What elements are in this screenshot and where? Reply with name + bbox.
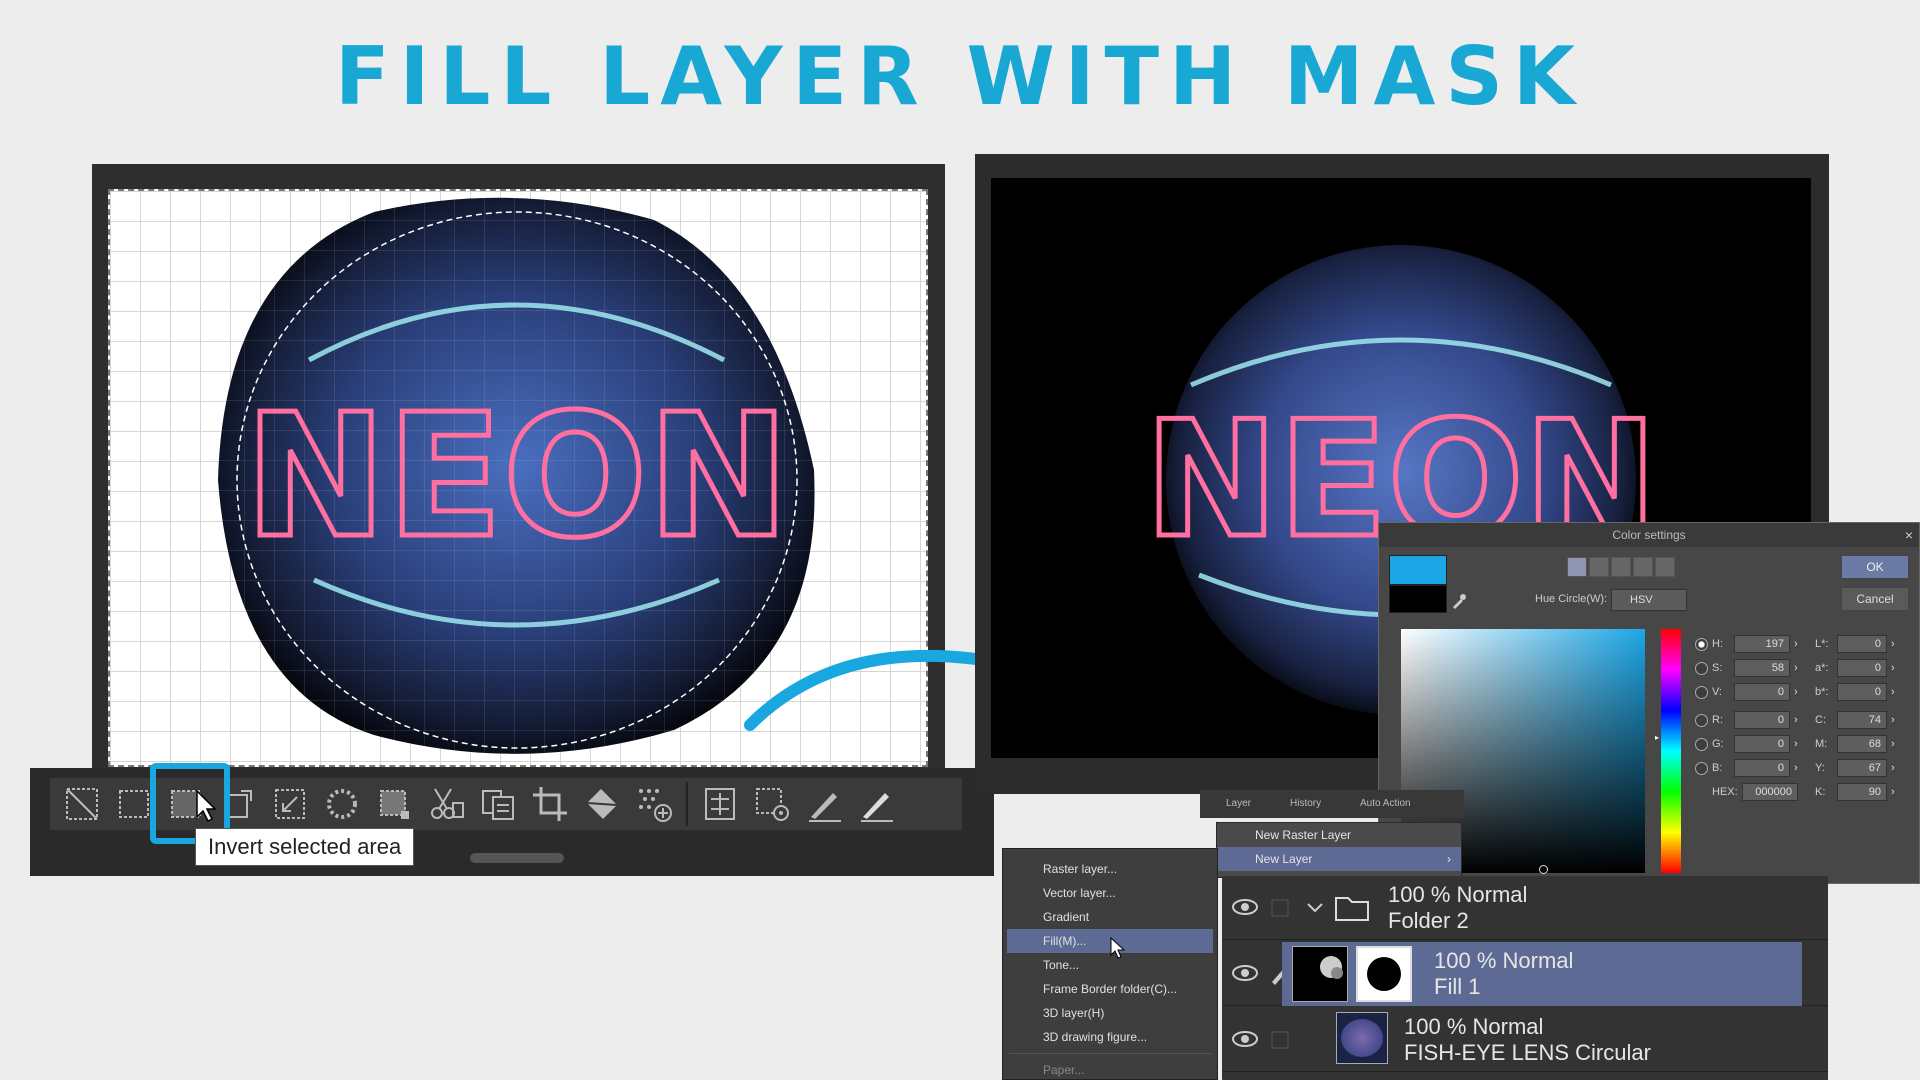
menu-new-layer[interactable]: New Layer › xyxy=(1217,847,1461,871)
settings-icon[interactable] xyxy=(746,781,798,827)
mode-circle-icon[interactable] xyxy=(1611,557,1631,577)
submenu-paper[interactable]: Paper... xyxy=(1003,1058,1217,1080)
selection-launcher-icon[interactable] xyxy=(694,781,746,827)
radio-v[interactable] xyxy=(1695,685,1708,699)
mask-thumbnail[interactable] xyxy=(1356,946,1412,1002)
layer-context-menu: New Raster Layer New Layer › xyxy=(1216,822,1462,878)
fill-icon[interactable] xyxy=(576,781,628,827)
deselect-icon[interactable] xyxy=(56,781,108,827)
main-color-swatch[interactable] xyxy=(1389,555,1447,585)
radio-s[interactable] xyxy=(1695,661,1708,675)
mouse-cursor-icon xyxy=(1110,937,1126,959)
neon-text-left: NEON xyxy=(244,378,789,576)
field-g[interactable]: G: 0 › xyxy=(1695,733,1798,755)
menu-new-raster-layer[interactable]: New Raster Layer xyxy=(1217,823,1461,847)
field-r[interactable]: R: 0 › xyxy=(1695,709,1798,731)
hue-slider[interactable] xyxy=(1661,629,1681,873)
field-b[interactable]: B: 0 › xyxy=(1695,757,1798,779)
submenu-3d-drawing-figure[interactable]: 3D drawing figure... xyxy=(1003,1025,1217,1049)
neon-artwork-left: NEON xyxy=(218,197,815,754)
field-s[interactable]: S: 58 › xyxy=(1695,657,1798,679)
tab-auto-action[interactable]: Auto Action xyxy=(1360,798,1411,809)
submenu-gradient[interactable]: Gradient xyxy=(1003,905,1217,929)
layer-panel-tabs: Layer History Auto Action xyxy=(1200,790,1464,818)
field-hex[interactable]: HEX: 000000 xyxy=(1695,781,1798,803)
ok-button[interactable]: OK xyxy=(1841,555,1909,579)
radio-r[interactable] xyxy=(1695,713,1708,727)
pen2-icon[interactable] xyxy=(850,781,902,827)
chevron-down-icon[interactable] xyxy=(1304,896,1326,918)
copy-paste-icon[interactable] xyxy=(472,781,524,827)
field-a[interactable]: a*: 0 › xyxy=(1815,657,1895,679)
chevron-right-icon: › xyxy=(1447,852,1451,866)
folder-icon xyxy=(1335,897,1369,921)
mode-circle-square-icon[interactable] xyxy=(1589,557,1609,577)
layer-checkbox[interactable] xyxy=(1268,894,1292,920)
hue-slider-marker[interactable]: ▸ xyxy=(1655,733,1659,742)
shrink-selection-icon[interactable] xyxy=(264,781,316,827)
field-h[interactable]: H: 197 › xyxy=(1695,633,1798,655)
selection-border-icon[interactable] xyxy=(316,781,368,827)
submenu-vector-layer[interactable]: Vector layer... xyxy=(1003,881,1217,905)
cut-paste-icon[interactable] xyxy=(420,781,472,827)
close-icon[interactable]: × xyxy=(1905,523,1913,547)
mode-square-icon[interactable] xyxy=(1567,557,1587,577)
field-k[interactable]: K: 90 › xyxy=(1815,781,1895,803)
submenu-3d-layer[interactable]: 3D layer(H) xyxy=(1003,1001,1217,1025)
select-rect-icon[interactable] xyxy=(368,781,420,827)
pen-icon[interactable] xyxy=(798,781,850,827)
dialog-title-bar[interactable]: Color settings × xyxy=(1379,523,1919,547)
hue-circle-select[interactable]: HSV xyxy=(1611,589,1687,611)
tab-layer[interactable]: Layer xyxy=(1226,798,1251,809)
radio-b[interactable] xyxy=(1695,761,1708,775)
field-m[interactable]: M: 68 › xyxy=(1815,733,1895,755)
toolbar-scroll-handle[interactable] xyxy=(470,853,564,863)
fill-thumbnail xyxy=(1292,946,1348,1002)
field-l[interactable]: L*: 0 › xyxy=(1815,633,1895,655)
eye-icon[interactable] xyxy=(1230,1026,1260,1052)
radio-h[interactable] xyxy=(1695,637,1708,651)
toolbar-separator xyxy=(686,782,688,826)
dots-icon[interactable] xyxy=(628,781,680,827)
crop-icon[interactable] xyxy=(524,781,576,827)
eye-icon[interactable] xyxy=(1230,894,1260,920)
picker-cursor[interactable] xyxy=(1539,865,1548,874)
color-mode-buttons xyxy=(1567,557,1675,577)
layer-row-folder-2[interactable]: 100 % Normal Folder 2 xyxy=(1222,876,1828,940)
hue-circle-label: Hue Circle(W): xyxy=(1535,593,1608,605)
field-y[interactable]: Y: 67 › xyxy=(1815,757,1895,779)
cancel-button[interactable]: Cancel xyxy=(1841,587,1909,611)
new-layer-submenu: Raster layer... Vector layer... Gradient… xyxy=(1002,848,1218,1080)
eyedropper-icon[interactable] xyxy=(1451,593,1467,609)
field-bstar[interactable]: b*: 0 › xyxy=(1815,681,1895,703)
menu-separator xyxy=(1009,1053,1211,1054)
submenu-frame-border-folder[interactable]: Frame Border folder(C)... xyxy=(1003,977,1217,1001)
mode-bar-icon[interactable] xyxy=(1633,557,1653,577)
layer-checkbox[interactable] xyxy=(1268,1026,1292,1052)
fisheye-thumbnail xyxy=(1336,1012,1388,1064)
layer-list: 100 % Normal Folder 2 100 % Normal Fill … xyxy=(1222,876,1828,1080)
eye-icon[interactable] xyxy=(1230,960,1260,986)
page-title: FILL LAYER WITH MASK xyxy=(335,30,1585,123)
mode-list-icon[interactable] xyxy=(1655,557,1675,577)
layer-row-fill-1[interactable]: 100 % Normal Fill 1 xyxy=(1222,942,1828,1006)
mouse-cursor-icon xyxy=(196,789,217,823)
field-c[interactable]: C: 74 › xyxy=(1815,709,1895,731)
tab-history[interactable]: History xyxy=(1290,798,1321,809)
tooltip: Invert selected area xyxy=(195,828,415,866)
radio-g[interactable] xyxy=(1695,737,1708,751)
sub-color-swatch[interactable] xyxy=(1389,585,1447,613)
layer-row-fish-eye[interactable]: 100 % Normal FISH-EYE LENS Circular xyxy=(1222,1008,1828,1072)
dialog-title: Color settings xyxy=(1612,528,1686,542)
submenu-raster-layer[interactable]: Raster layer... xyxy=(1003,857,1217,881)
field-v[interactable]: V: 0 › xyxy=(1695,681,1798,703)
fill-layer-icon xyxy=(1320,956,1343,979)
